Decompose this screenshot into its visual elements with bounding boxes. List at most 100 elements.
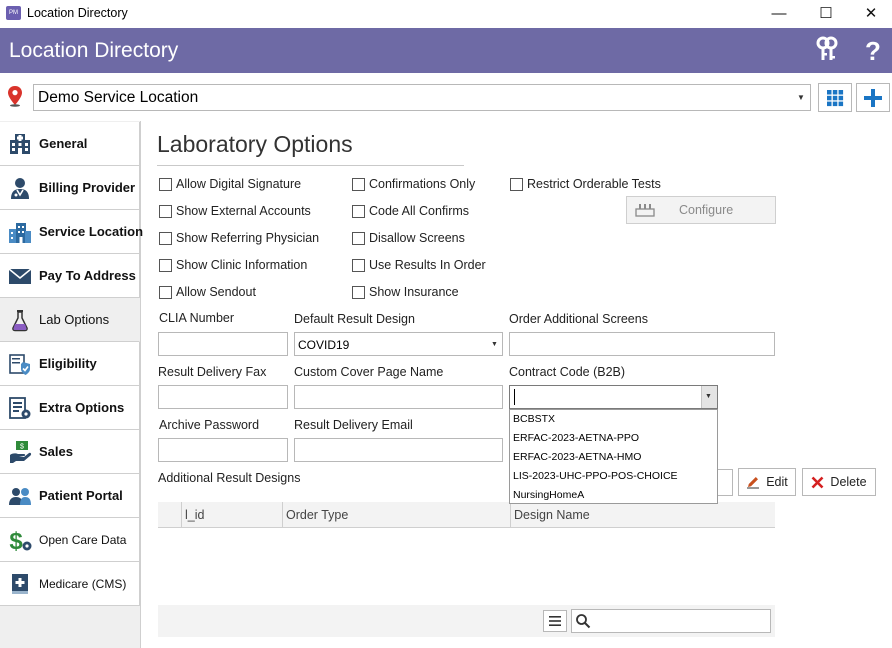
custom-cover-page-name-input[interactable] [294, 385, 503, 409]
configure-button[interactable]: Configure [626, 196, 776, 224]
envelope-icon [8, 264, 32, 288]
help-button[interactable]: ? [859, 36, 887, 66]
disallow-screens-checkbox[interactable]: Disallow Screens [352, 231, 465, 245]
edit-button-label: Edit [766, 475, 788, 489]
contract-code-label: Contract Code (B2B) [509, 365, 626, 379]
sidebar-item-label: General [39, 136, 88, 151]
show-insurance-checkbox[interactable]: Show Insurance [352, 285, 459, 299]
minimize-button[interactable]: — [756, 0, 802, 26]
plus-icon [864, 88, 882, 107]
grid-icon [827, 89, 844, 106]
archive-password-input[interactable] [158, 438, 288, 462]
sidebar-item-open-care-data[interactable]: $ Open Care Data [0, 518, 140, 562]
sidebar-item-patient-portal[interactable]: Patient Portal [0, 474, 140, 518]
chevron-down-icon[interactable]: ▼ [491, 341, 498, 348]
result-delivery-fax-label: Result Delivery Fax [158, 365, 267, 379]
grid-search-input[interactable] [571, 609, 771, 633]
hospital-icon [8, 132, 32, 156]
svg-text:$: $ [20, 443, 24, 450]
configure-icon [635, 203, 655, 217]
default-result-design-label: Default Result Design [294, 312, 415, 326]
code-all-confirms-checkbox[interactable]: Code All Confirms [352, 204, 469, 218]
configure-button-label: Configure [679, 203, 734, 217]
sidebar-item-general[interactable]: General [0, 122, 140, 166]
sidebar-item-eligibility[interactable]: Eligibility [0, 342, 140, 386]
show-external-accounts-checkbox[interactable]: Show External Accounts [159, 204, 311, 218]
dropdown-option[interactable]: BCBSTX [513, 413, 555, 425]
checkbox-label: Show Insurance [369, 285, 459, 299]
grid-column-design-name[interactable]: Design Name [510, 502, 775, 528]
show-referring-physician-checkbox[interactable]: Show Referring Physician [159, 231, 319, 245]
delete-button-label: Delete [830, 475, 867, 489]
default-result-design-value: COVID19 [298, 338, 350, 352]
settings-list-icon [8, 396, 32, 420]
building-icon [8, 220, 32, 244]
contract-code-select[interactable] [509, 385, 718, 409]
result-delivery-email-input[interactable] [294, 438, 503, 462]
sidebar-item-sales[interactable]: $ Sales [0, 430, 140, 474]
order-additional-screens-label: Order Additional Screens [509, 312, 648, 326]
svg-text:$: $ [9, 528, 23, 552]
confirmations-only-checkbox[interactable]: Confirmations Only [352, 177, 475, 191]
checkbox-label: Code All Confirms [369, 204, 470, 218]
grid-menu-button[interactable] [543, 610, 567, 632]
sidebar-item-label: Open Care Data [39, 532, 127, 547]
sidebar-item-label: Pay To Address [39, 268, 136, 283]
order-additional-screens-input[interactable] [509, 332, 775, 356]
delete-button[interactable]: Delete [802, 468, 876, 496]
result-delivery-email-label: Result Delivery Email [294, 418, 413, 432]
checkbox-label: Allow Digital Signature [176, 177, 302, 191]
grid-column-l-id[interactable]: l_id [181, 502, 282, 528]
sidebar-item-label: Billing Provider [39, 180, 136, 195]
allow-digital-signature-checkbox[interactable]: Allow Digital Signature [159, 177, 301, 191]
clia-number-label: CLIA Number [159, 311, 235, 325]
title-divider [157, 165, 464, 166]
checkbox-label: Disallow Screens [369, 231, 465, 245]
maximize-button[interactable]: ☐ [803, 0, 849, 26]
sidebar-item-pay-to-address[interactable]: Pay To Address [0, 254, 140, 298]
use-results-in-order-checkbox[interactable]: Use Results In Order [352, 258, 486, 272]
app-icon: PM [6, 6, 21, 20]
doctor-icon [8, 176, 32, 200]
sidebar-item-extra-options[interactable]: Extra Options [0, 386, 140, 430]
sidebar-item-label: Patient Portal [39, 488, 123, 503]
header-title: Location Directory [9, 39, 179, 62]
dollar-gear-icon: $ [8, 528, 32, 552]
chevron-down-icon[interactable]: ▼ [705, 393, 712, 400]
edit-button[interactable]: Edit [738, 468, 796, 496]
grid-view-button[interactable] [818, 83, 852, 112]
archive-password-label: Archive Password [159, 418, 260, 432]
close-button[interactable]: ✕ [848, 0, 892, 26]
chevron-down-icon[interactable]: ▼ [797, 93, 805, 102]
sidebar-item-lab-options[interactable]: Lab Options [0, 298, 140, 342]
money-hand-icon: $ [8, 440, 32, 464]
sidebar-item-medicare-cms[interactable]: Medicare (CMS) [0, 562, 140, 606]
checkbox-label: Show Referring Physician [176, 231, 320, 245]
checkbox-label: Show Clinic Information [176, 258, 308, 272]
keys-icon[interactable] [813, 36, 841, 66]
location-pin-icon [7, 85, 23, 107]
close-icon [811, 476, 824, 489]
clia-number-input[interactable] [158, 332, 288, 356]
dropdown-option[interactable]: ERFAC-2023-AETNA-PPO [513, 432, 639, 444]
grid-column-order-type[interactable]: Order Type [282, 502, 510, 528]
sidebar-item-service-location[interactable]: Service Location [0, 210, 143, 254]
sidebar-item-label: Extra Options [39, 400, 125, 415]
sidebar-item-label: Lab Options [39, 312, 110, 327]
result-delivery-fax-input[interactable] [158, 385, 288, 409]
sidebar-item-label: Medicare (CMS) [39, 576, 127, 591]
dropdown-option[interactable]: NursingHomeA [513, 489, 584, 501]
show-clinic-information-checkbox[interactable]: Show Clinic Information [159, 258, 307, 272]
text-cursor [514, 389, 515, 405]
sidebar-item-label: Eligibility [39, 356, 97, 371]
dropdown-option[interactable]: LIS-2023-UHC-PPO-POS-CHOICE [513, 470, 678, 482]
pencil-icon [746, 475, 760, 489]
dropdown-option[interactable]: ERFAC-2023-AETNA-HMO [513, 451, 641, 463]
add-location-button[interactable] [856, 83, 890, 112]
people-icon [8, 484, 32, 508]
sidebar-item-label: Sales [39, 444, 73, 459]
window-title: Location Directory [27, 6, 128, 20]
allow-sendout-checkbox[interactable]: Allow Sendout [159, 285, 256, 299]
restrict-orderable-tests-checkbox[interactable]: Restrict Orderable Tests [510, 177, 661, 191]
sidebar-item-billing-provider[interactable]: Billing Provider [0, 166, 140, 210]
